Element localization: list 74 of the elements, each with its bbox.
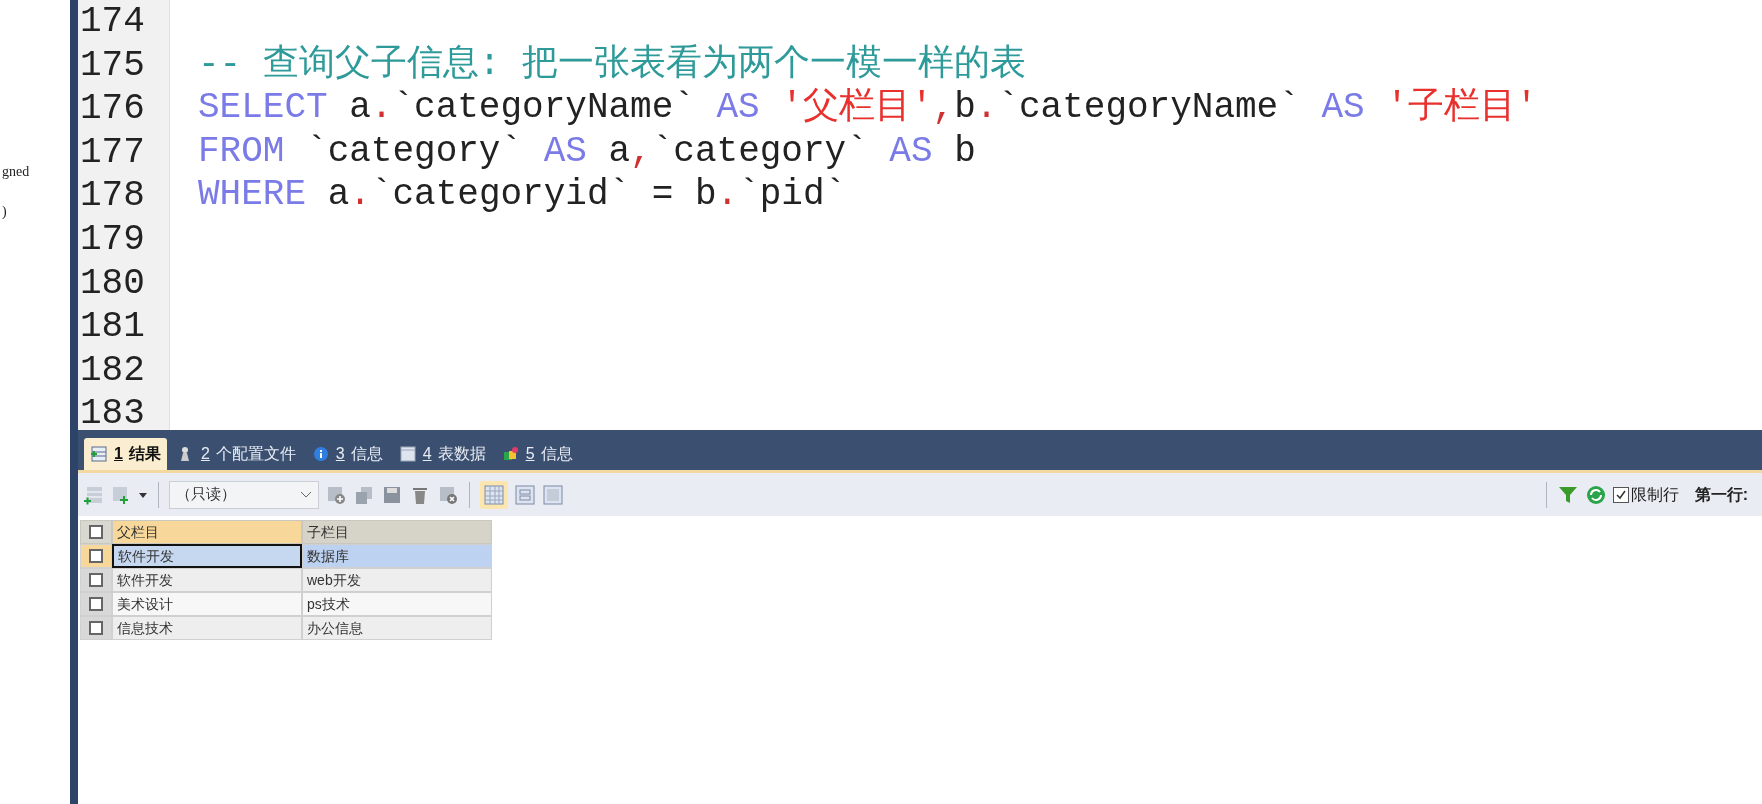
code-token: a: [607, 129, 631, 174]
column-header[interactable]: 父栏目: [112, 520, 302, 544]
code-token: `categoryid` = b: [370, 173, 717, 217]
code-token: `categoryName`: [997, 86, 1301, 130]
code-token: AS: [889, 129, 933, 174]
table-cell: 信息技术: [112, 616, 302, 640]
code-token: `pid`: [738, 173, 847, 217]
line-number: 181: [80, 305, 145, 349]
line-number: 182: [80, 348, 145, 393]
grid-icon: [90, 445, 108, 463]
code-token: .: [349, 173, 371, 217]
code-token: ,: [932, 86, 955, 130]
first-row-label: 第一行:: [1694, 484, 1748, 505]
row-header[interactable]: [80, 592, 112, 616]
result-tab[interactable]: 4 表数据: [392, 438, 492, 470]
code-comment: -- 查询父子信息: 把一张表看为两个一模一样的表: [198, 42, 1027, 87]
line-number: 175: [80, 43, 145, 88]
code-token: AS: [543, 129, 587, 174]
form-view-icon[interactable]: [514, 483, 536, 506]
code-token: AS: [1321, 86, 1365, 130]
row-header[interactable]: [80, 568, 112, 592]
code-token: FROM: [198, 129, 285, 174]
checkbox[interactable]: [89, 549, 103, 563]
code-token: b: [953, 129, 976, 174]
mode-dropdown[interactable]: （只读）: [169, 480, 319, 509]
line-number: 178: [80, 174, 145, 218]
table-cell: web开发: [302, 568, 492, 592]
result-tab[interactable]: 2 个配置文件: [170, 438, 302, 470]
refresh-icon[interactable]: [1584, 483, 1607, 506]
line-number: 174: [80, 0, 145, 44]
row-header[interactable]: [80, 616, 112, 640]
checkbox[interactable]: [89, 597, 103, 611]
code-token: '子栏目': [1385, 86, 1538, 130]
shapes-icon: [501, 445, 520, 463]
chevron-icon: [300, 490, 312, 499]
checkbox[interactable]: [89, 525, 103, 539]
result-tab[interactable]: 3 信息: [305, 438, 389, 470]
line-number: 176: [80, 87, 145, 131]
code-token: .: [370, 86, 393, 130]
checkbox[interactable]: [1612, 486, 1629, 503]
checkbox-label[interactable]: 限制行: [1630, 482, 1679, 507]
info-icon: [311, 445, 330, 463]
code-token: WHERE: [198, 173, 307, 217]
code-token: .: [716, 173, 739, 217]
code-token: .: [975, 86, 998, 130]
code-token: ,: [630, 129, 652, 174]
result-tab[interactable]: 1 结果: [84, 438, 167, 470]
table-cell: 办公信息: [302, 616, 492, 640]
table-cell: 数据库: [302, 544, 492, 568]
table-cell: ps技术: [302, 592, 492, 616]
line-number: 177: [80, 130, 145, 175]
line-number: 179: [80, 217, 145, 262]
table-cell: 美术设计: [112, 592, 302, 616]
checkbox[interactable]: [89, 573, 103, 587]
code-token: '父栏目': [780, 86, 933, 130]
checkbox[interactable]: [89, 621, 103, 635]
code-token: SELECT: [198, 86, 328, 130]
row-header[interactable]: [80, 544, 112, 568]
table-cell: 软件开发: [112, 568, 302, 592]
code-token: b: [954, 86, 976, 130]
result-tab[interactable]: 5 信息: [495, 438, 579, 470]
code-token: AS: [716, 86, 760, 130]
code-token: `category`: [651, 129, 869, 174]
line-number: 180: [80, 261, 145, 306]
cut-text: gned: [2, 164, 31, 180]
table-cell: 软件开发: [112, 544, 302, 568]
table-icon: [398, 445, 417, 463]
code-token: `category`: [305, 129, 524, 174]
code-token: a: [348, 86, 371, 130]
code-token: `categoryName`: [392, 86, 696, 130]
line-number: 183: [80, 392, 145, 430]
column-header[interactable]: 子栏目: [302, 520, 492, 544]
code-token: a: [326, 173, 350, 217]
cut-text: ): [2, 204, 8, 220]
